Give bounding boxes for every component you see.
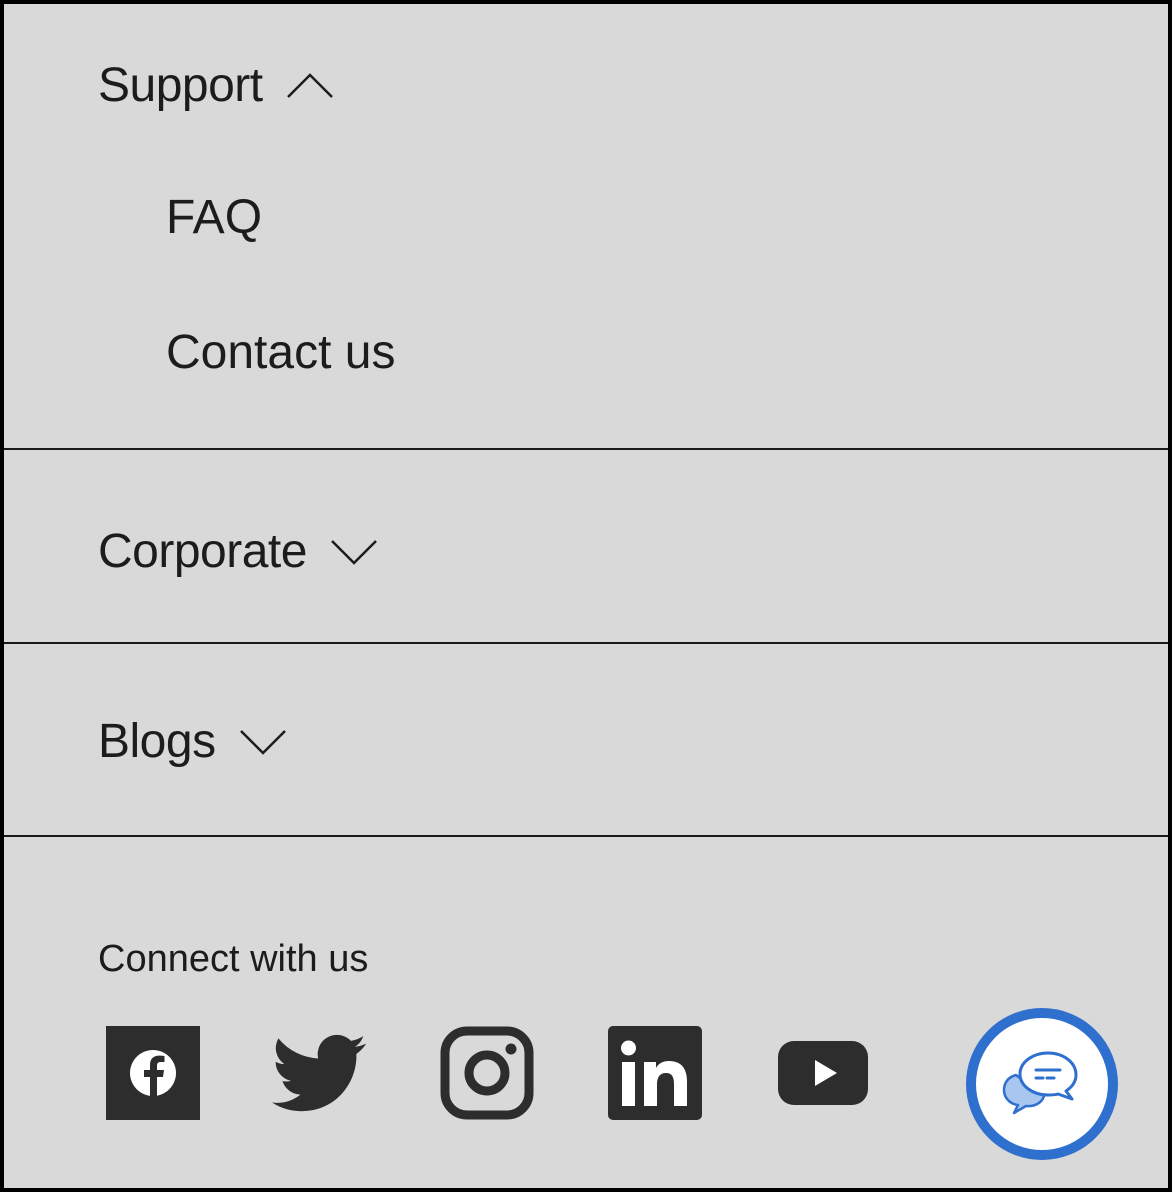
instagram-icon[interactable] (440, 1026, 534, 1120)
contact-us-link[interactable]: Contact us (166, 329, 395, 377)
support-accordion-header[interactable]: Support (98, 62, 335, 110)
chevron-down-icon (331, 540, 377, 565)
chat-bubbles-icon (1002, 1051, 1078, 1115)
twitter-icon[interactable] (272, 1026, 366, 1120)
blogs-section: Blogs (4, 644, 1168, 837)
footer-menu: Support FAQ Contact us Corporate Blogs C… (0, 0, 1172, 1192)
support-section: Support FAQ Contact us (4, 4, 1168, 450)
chevron-down-icon (239, 730, 286, 755)
corporate-title: Corporate (98, 525, 307, 578)
blogs-accordion-header[interactable]: Blogs (98, 718, 288, 766)
chevron-up-icon (286, 73, 333, 98)
blogs-title: Blogs (98, 715, 216, 768)
support-title: Support (98, 59, 263, 112)
connect-heading: Connect with us (98, 938, 369, 980)
chat-button[interactable] (966, 1008, 1118, 1160)
faq-link[interactable]: FAQ (166, 194, 262, 242)
linkedin-icon[interactable] (608, 1026, 702, 1120)
corporate-accordion-header[interactable]: Corporate (98, 528, 379, 576)
corporate-section: Corporate (4, 450, 1168, 644)
youtube-icon[interactable] (776, 1026, 870, 1120)
facebook-icon[interactable] (106, 1026, 200, 1120)
